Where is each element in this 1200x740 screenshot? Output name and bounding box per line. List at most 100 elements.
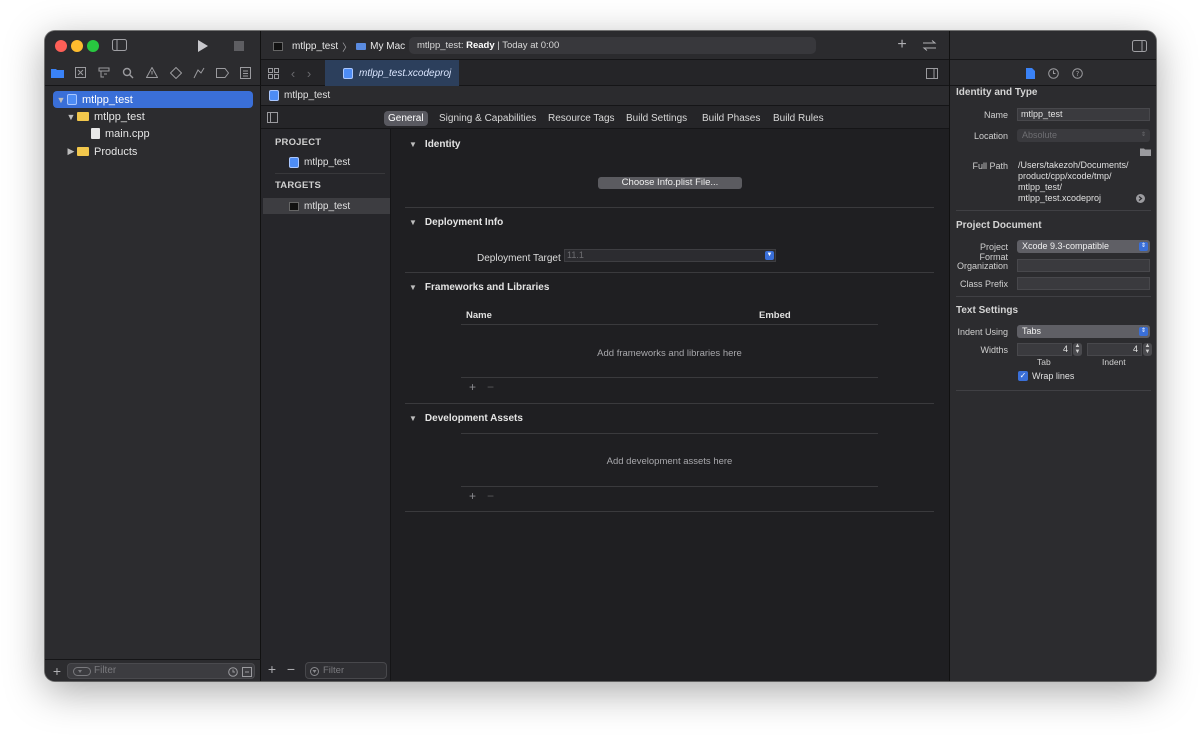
name-field[interactable]: mtlpp_test xyxy=(1017,108,1150,121)
section-frameworks-header[interactable]: ▼ Frameworks and Libraries xyxy=(409,282,549,293)
remove-asset-icon[interactable]: − xyxy=(487,489,494,503)
add-framework-icon[interactable]: + xyxy=(469,380,476,394)
source-control-icon[interactable] xyxy=(74,66,87,79)
issue-navigator-icon[interactable] xyxy=(145,66,158,79)
inspector-toggle-icon[interactable] xyxy=(1131,39,1147,52)
navigator-bottom-bar: + Filter xyxy=(45,659,261,681)
split-editor-icon[interactable] xyxy=(925,67,939,79)
chevron-down-icon: ▼ xyxy=(765,251,774,260)
tree-item-file[interactable]: main.cpp xyxy=(91,125,150,142)
chevron-down-icon[interactable]: ▼ xyxy=(409,283,417,292)
column-header-embed[interactable]: Embed xyxy=(759,310,791,321)
path-line: product/cpp/xcode/tmp/ xyxy=(1018,171,1112,181)
add-target-icon[interactable]: + xyxy=(266,662,278,676)
location-popup[interactable]: Absolute ⇕ xyxy=(1017,129,1150,142)
section-dev-assets-header[interactable]: ▼ Development Assets xyxy=(409,413,523,424)
indent-using-popup[interactable]: Tabs ⇕ xyxy=(1017,325,1150,338)
source-control-filter-icon[interactable] xyxy=(241,666,252,677)
back-icon[interactable]: ‹ xyxy=(288,67,298,80)
code-review-icon[interactable] xyxy=(921,39,937,52)
sidebar-toggle-icon[interactable] xyxy=(111,38,127,52)
project-item-label: mtlpp_test xyxy=(304,157,351,168)
add-icon[interactable]: + xyxy=(51,664,63,678)
reveal-arrow-icon[interactable] xyxy=(1135,193,1145,203)
remove-target-icon[interactable]: − xyxy=(285,662,297,676)
organization-field[interactable] xyxy=(1017,259,1150,272)
tab-signing-capabilities[interactable]: Signing & Capabilities xyxy=(435,111,540,126)
minimize-window-button[interactable] xyxy=(71,40,83,52)
indent-using-value: Tabs xyxy=(1022,326,1042,336)
folder-navigator-icon[interactable] xyxy=(51,67,64,79)
chevron-right-icon[interactable]: ▶ xyxy=(65,146,77,157)
chevron-down-icon[interactable]: ▼ xyxy=(65,112,77,122)
breakpoint-navigator-icon[interactable] xyxy=(215,66,229,79)
section-title: Development Assets xyxy=(424,413,523,424)
symbol-navigator-icon[interactable] xyxy=(97,66,110,79)
report-navigator-icon[interactable] xyxy=(239,66,252,79)
path-line: /Users/takezoh/Documents/ xyxy=(1018,160,1129,170)
project-format-popup[interactable]: Xcode 9.3-compatible ⇕ xyxy=(1017,240,1150,253)
tree-item-label: mtlpp_test xyxy=(94,110,145,123)
filter-options-icon[interactable] xyxy=(73,667,91,676)
project-format-label: Project Format xyxy=(979,242,1008,262)
class-prefix-label: Class Prefix xyxy=(959,279,1008,289)
indent-width-stepper[interactable]: ▲ ▼ xyxy=(1143,343,1152,356)
forward-icon[interactable]: › xyxy=(304,67,314,80)
wrap-lines-checkbox[interactable]: ✓ xyxy=(1018,371,1028,381)
divider xyxy=(461,433,878,434)
deployment-target-value: 11.1 xyxy=(567,250,584,260)
choose-info-plist-button[interactable]: Choose Info.plist File... xyxy=(598,177,742,189)
run-button-icon[interactable] xyxy=(195,39,209,53)
deployment-target-popup[interactable]: 11.1 ▼ xyxy=(564,249,776,262)
close-window-button[interactable] xyxy=(55,40,67,52)
tab-project-file[interactable]: mtlpp_test.xcodeproj xyxy=(325,60,459,86)
chevron-down-icon[interactable]: ▼ xyxy=(409,218,417,227)
tab-width-stepper[interactable]: ▲ ▼ xyxy=(1073,343,1082,356)
chevron-right-icon: 〉 xyxy=(342,43,353,54)
chevron-down-icon[interactable]: ▼ xyxy=(409,140,417,149)
tree-item-group[interactable]: ▼ mtlpp_test xyxy=(65,108,145,125)
debug-navigator-icon[interactable] xyxy=(192,66,205,79)
section-deployment-header[interactable]: ▼ Deployment Info xyxy=(409,217,503,228)
tab-width-field[interactable]: 4 xyxy=(1017,343,1072,356)
jump-bar[interactable]: mtlpp_test xyxy=(261,86,949,106)
grid-icon[interactable] xyxy=(267,67,279,79)
target-list-item[interactable]: mtlpp_test xyxy=(263,198,390,214)
class-prefix-field[interactable] xyxy=(1017,277,1150,290)
project-file-icon xyxy=(269,90,279,101)
hide-targets-icon[interactable] xyxy=(266,111,279,124)
help-inspector-icon[interactable]: ? xyxy=(1071,67,1083,79)
editor-area: mtlpp_test 〉 My Mac mtlpp_test: Ready | … xyxy=(261,31,949,681)
stop-button-icon[interactable] xyxy=(233,40,245,52)
tab-resource-tags[interactable]: Resource Tags xyxy=(544,111,619,126)
text-settings-header: Text Settings xyxy=(956,305,1019,316)
folder-reveal-icon[interactable] xyxy=(1140,147,1151,156)
chevron-down-icon[interactable]: ▼ xyxy=(55,95,67,105)
project-list-item[interactable]: mtlpp_test xyxy=(289,157,350,168)
tab-general[interactable]: General xyxy=(384,111,428,126)
find-navigator-icon[interactable] xyxy=(121,66,134,79)
jumpbar-label: mtlpp_test xyxy=(284,90,331,101)
tab-build-rules[interactable]: Build Rules xyxy=(769,111,828,126)
divider xyxy=(956,390,1151,391)
tab-build-settings[interactable]: Build Settings xyxy=(622,111,691,126)
deployment-target-label: Deployment Target xyxy=(477,253,561,264)
tab-build-phases[interactable]: Build Phases xyxy=(698,111,764,126)
tree-item-label: mtlpp_test xyxy=(82,93,133,106)
tree-item-products[interactable]: ▶ Products xyxy=(65,143,138,160)
indent-width-field[interactable]: 4 xyxy=(1087,343,1142,356)
library-add-icon[interactable]: + xyxy=(895,37,909,53)
xcode-window: ▼ mtlpp_test ▼ mtlpp_test main.cpp ▶ Pro… xyxy=(45,31,1156,681)
file-inspector-icon[interactable] xyxy=(1025,67,1036,79)
test-navigator-icon[interactable] xyxy=(169,66,182,79)
column-header-name[interactable]: Name xyxy=(466,310,492,321)
recent-files-icon[interactable] xyxy=(227,666,238,677)
scheme-selector[interactable]: mtlpp_test 〉 My Mac xyxy=(273,39,405,54)
history-inspector-icon[interactable] xyxy=(1047,67,1059,79)
zoom-window-button[interactable] xyxy=(87,40,99,52)
remove-framework-icon[interactable]: − xyxy=(487,380,494,394)
tree-item-project[interactable]: ▼ mtlpp_test xyxy=(53,91,253,108)
add-asset-icon[interactable]: + xyxy=(469,489,476,503)
section-identity-header[interactable]: ▼ Identity xyxy=(409,139,460,150)
chevron-down-icon[interactable]: ▼ xyxy=(409,414,417,423)
